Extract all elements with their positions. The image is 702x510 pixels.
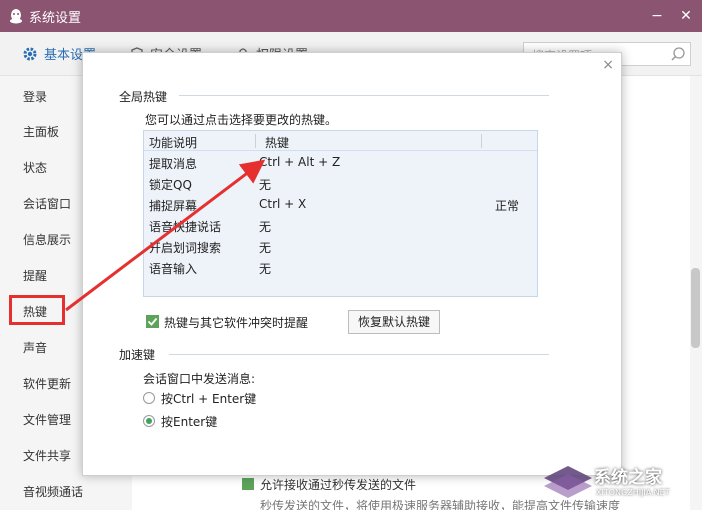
send-message-label: 会话窗口中发送消息: — [143, 372, 256, 386]
table-row-name[interactable]: 锁定QQ — [149, 176, 192, 193]
check-icon — [147, 317, 158, 326]
sidebar-item-software-update[interactable]: 软件更新 — [23, 375, 71, 392]
table-row-name[interactable]: 语音快捷说话 — [149, 218, 221, 235]
sidebar-item-file-management[interactable]: 文件管理 — [23, 411, 71, 428]
qq-penguin-icon — [10, 9, 22, 24]
column-header-hotkey[interactable]: 热键 — [265, 134, 289, 151]
radio-enter-label[interactable]: 按Enter键 — [161, 413, 217, 430]
hotkey-highlight-box — [9, 295, 65, 325]
title-bar: 系统设置 − ✕ — [0, 0, 702, 32]
sidebar-item-reminder[interactable]: 提醒 — [23, 267, 47, 284]
dialog-close-button[interactable]: × — [602, 57, 614, 73]
radio-ctrl-enter-label[interactable]: 按Ctrl + Enter键 — [161, 390, 256, 407]
sidebar-item-main-panel[interactable]: 主面板 — [23, 123, 59, 140]
sidebar-item-av-call[interactable]: 音视频通话 — [23, 483, 83, 500]
table-header: 功能说明 热键 — [144, 131, 537, 151]
column-divider — [481, 134, 482, 148]
search-icon[interactable] — [670, 46, 686, 62]
global-hotkey-title: 全局热键 — [119, 90, 168, 104]
section-divider — [179, 95, 549, 96]
close-button[interactable]: ✕ — [678, 8, 694, 24]
table-row-key[interactable]: Ctrl + Alt + Z — [259, 155, 340, 169]
window-title: 系统设置 — [29, 10, 82, 26]
radio-enter[interactable] — [143, 415, 155, 427]
table-row-name[interactable]: 开启划词搜索 — [149, 239, 221, 256]
table-row-key[interactable]: 无 — [259, 176, 271, 193]
table-row-name[interactable]: 语音输入 — [149, 260, 197, 277]
scrollbar-thumb[interactable] — [691, 268, 700, 348]
accelerator-title: 加速键 — [119, 348, 156, 362]
table-row-key[interactable]: 无 — [259, 218, 271, 235]
table-row-name[interactable]: 捕捉屏幕 — [149, 197, 197, 214]
sidebar-item-status[interactable]: 状态 — [23, 159, 47, 176]
sidebar-item-login[interactable]: 登录 — [23, 88, 47, 105]
hotkey-table[interactable]: 功能说明 热键 提取消息 Ctrl + Alt + Z 锁定QQ 无 捕捉屏幕 … — [143, 130, 538, 297]
conflict-warning-checkbox[interactable] — [146, 315, 159, 328]
restore-default-hotkey-button[interactable]: 恢复默认热键 — [348, 310, 440, 334]
sidebar-item-info-display[interactable]: 信息展示 — [23, 231, 71, 248]
table-row-status: 正常 — [495, 199, 520, 213]
allow-instant-transfer-checkbox[interactable] — [242, 478, 254, 490]
hotkey-hint: 您可以通过点击选择要更改的热键。 — [145, 113, 338, 127]
hotkey-dialog: × 全局热键 您可以通过点击选择要更改的热键。 功能说明 热键 提取消息 Ctr… — [82, 52, 622, 476]
table-row-name[interactable]: 提取消息 — [149, 155, 197, 172]
table-row-key[interactable]: 无 — [259, 239, 271, 256]
sidebar-item-sound[interactable]: 声音 — [23, 339, 47, 356]
column-divider — [255, 134, 256, 148]
minimize-button[interactable]: − — [649, 8, 665, 24]
table-row-key[interactable]: 无 — [259, 260, 271, 277]
allow-instant-transfer-label: 允许接收通过秒传发送的文件 — [260, 478, 417, 492]
section-divider — [169, 354, 549, 355]
radio-ctrl-enter[interactable] — [143, 392, 155, 404]
table-row-key[interactable]: Ctrl + X — [259, 197, 306, 211]
gear-icon — [23, 47, 37, 60]
conflict-warning-label: 热键与其它软件冲突时提醒 — [164, 316, 309, 330]
watermark-text: 系统之家 — [594, 468, 662, 488]
watermark-url: XITONGZHIJIA.NET — [596, 488, 670, 497]
sidebar-item-file-sharing[interactable]: 文件共享 — [23, 447, 71, 464]
column-header-function[interactable]: 功能说明 — [149, 134, 197, 151]
sidebar-item-chat-window[interactable]: 会话窗口 — [23, 195, 71, 212]
